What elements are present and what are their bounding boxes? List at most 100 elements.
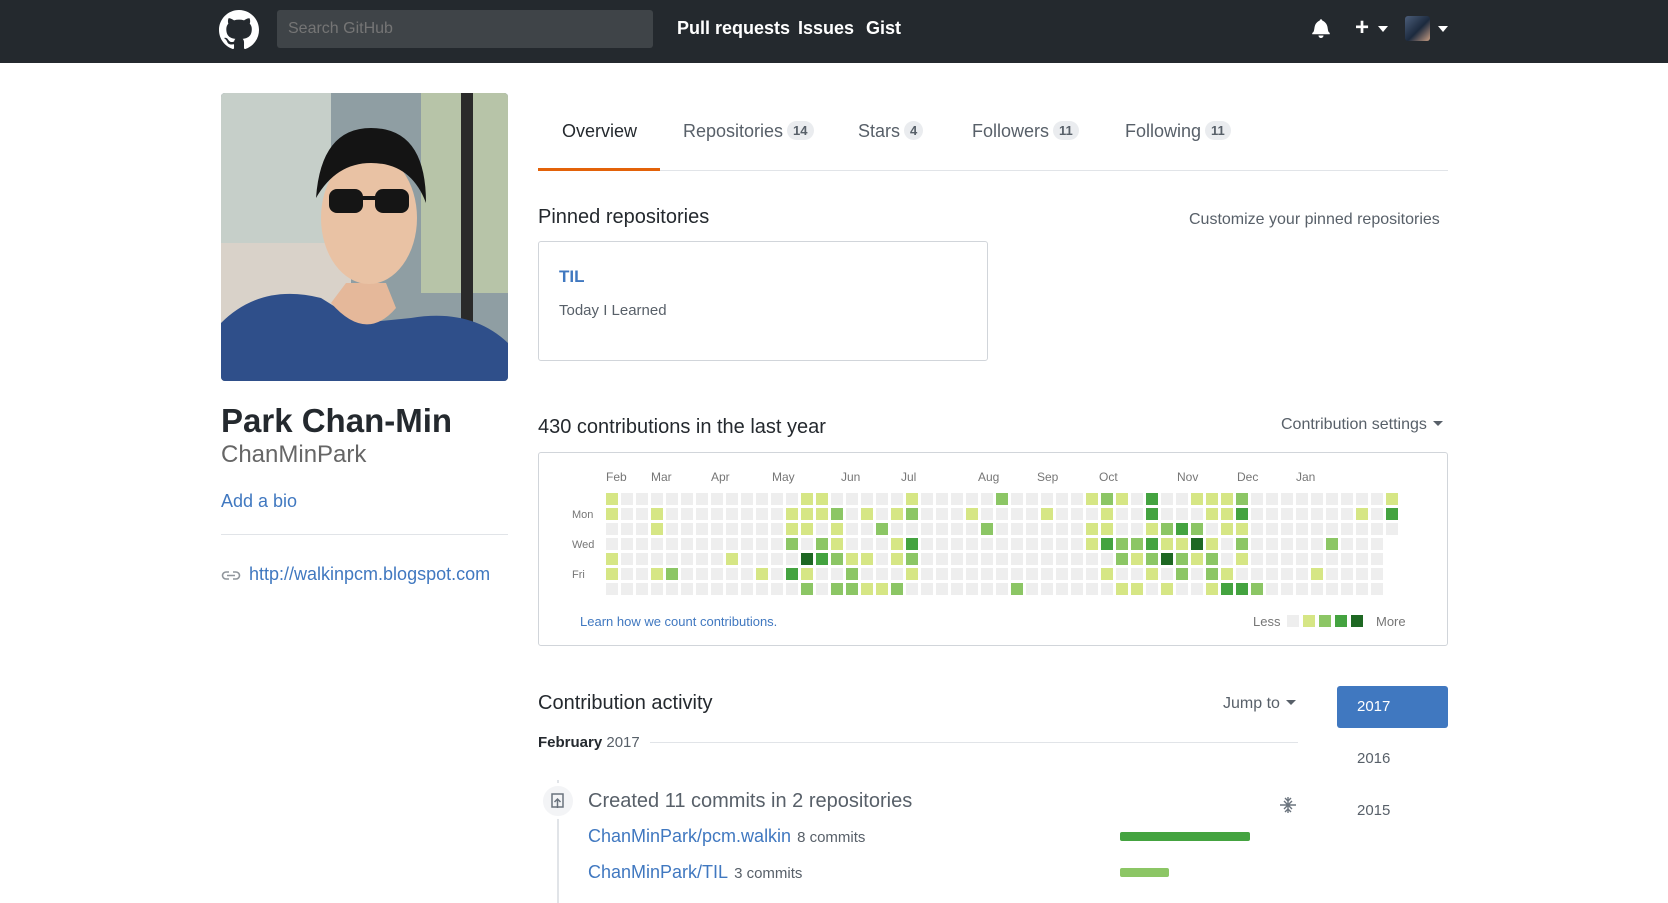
contribution-cell[interactable]	[846, 493, 858, 505]
contribution-cell[interactable]	[951, 508, 963, 520]
contribution-cell[interactable]	[1146, 523, 1158, 535]
contribution-cell[interactable]	[1011, 583, 1023, 595]
contribution-cell[interactable]	[606, 553, 618, 565]
contribution-cell[interactable]	[1206, 508, 1218, 520]
contribution-cell[interactable]	[1116, 583, 1128, 595]
contribution-cell[interactable]	[636, 583, 648, 595]
contribution-cell[interactable]	[771, 493, 783, 505]
contribution-cell[interactable]	[876, 523, 888, 535]
contribution-cell[interactable]	[621, 553, 633, 565]
contribution-cell[interactable]	[966, 553, 978, 565]
contribution-cell[interactable]	[831, 583, 843, 595]
contribution-cell[interactable]	[1056, 568, 1068, 580]
contribution-cell[interactable]	[1221, 508, 1233, 520]
contribution-cell[interactable]	[1206, 553, 1218, 565]
contribution-cell[interactable]	[636, 553, 648, 565]
contribution-cell[interactable]	[1101, 538, 1113, 550]
contribution-cell[interactable]	[1161, 538, 1173, 550]
contribution-cell[interactable]	[741, 523, 753, 535]
contribution-cell[interactable]	[921, 583, 933, 595]
contribution-cell[interactable]	[876, 493, 888, 505]
contribution-cell[interactable]	[1266, 493, 1278, 505]
contribution-cell[interactable]	[1056, 538, 1068, 550]
contribution-cell[interactable]	[696, 583, 708, 595]
pinned-repo-name[interactable]: TIL	[559, 267, 585, 287]
contribution-cell[interactable]	[1386, 493, 1398, 505]
contribution-cell[interactable]	[1356, 583, 1368, 595]
contribution-cell[interactable]	[756, 508, 768, 520]
contribution-cell[interactable]	[861, 508, 873, 520]
contribution-cell[interactable]	[1251, 538, 1263, 550]
contribution-cell[interactable]	[1341, 523, 1353, 535]
contribution-cell[interactable]	[816, 508, 828, 520]
contribution-cell[interactable]	[861, 583, 873, 595]
contribution-cell[interactable]	[651, 538, 663, 550]
contribution-cell[interactable]	[1071, 583, 1083, 595]
nav-pull-requests[interactable]: Pull requests	[677, 18, 790, 39]
contribution-cell[interactable]	[1131, 568, 1143, 580]
contribution-cell[interactable]	[1341, 493, 1353, 505]
contribution-cell[interactable]	[1161, 568, 1173, 580]
contribution-cell[interactable]	[756, 553, 768, 565]
contribution-cell[interactable]	[816, 538, 828, 550]
contribution-cell[interactable]	[951, 493, 963, 505]
contribution-cell[interactable]	[1266, 568, 1278, 580]
contribution-cell[interactable]	[891, 568, 903, 580]
contribution-cell[interactable]	[966, 568, 978, 580]
contribution-cell[interactable]	[906, 508, 918, 520]
contribution-cell[interactable]	[996, 523, 1008, 535]
contribution-cell[interactable]	[1191, 583, 1203, 595]
contribution-cell[interactable]	[1281, 523, 1293, 535]
contribution-cell[interactable]	[1026, 523, 1038, 535]
contribution-cell[interactable]	[816, 493, 828, 505]
contribution-cell[interactable]	[711, 553, 723, 565]
contribution-cell[interactable]	[921, 553, 933, 565]
contribution-cell[interactable]	[1131, 493, 1143, 505]
contribution-cell[interactable]	[1311, 508, 1323, 520]
contribution-cell[interactable]	[936, 508, 948, 520]
contribution-cell[interactable]	[1056, 508, 1068, 520]
notification-bell-icon[interactable]	[1312, 18, 1330, 38]
contribution-cell[interactable]	[1386, 523, 1398, 535]
contribution-cell[interactable]	[1176, 553, 1188, 565]
contribution-cell[interactable]	[906, 553, 918, 565]
contribution-cell[interactable]	[996, 553, 1008, 565]
contribution-cell[interactable]	[1056, 493, 1068, 505]
contribution-cell[interactable]	[981, 508, 993, 520]
contribution-cell[interactable]	[1356, 493, 1368, 505]
contribution-cell[interactable]	[771, 568, 783, 580]
contribution-cell[interactable]	[1236, 583, 1248, 595]
contribution-cell[interactable]	[1311, 568, 1323, 580]
contribution-cell[interactable]	[846, 508, 858, 520]
contribution-cell[interactable]	[1251, 493, 1263, 505]
contribution-cell[interactable]	[786, 553, 798, 565]
contribution-cell[interactable]	[1371, 553, 1383, 565]
contribution-cell[interactable]	[1251, 583, 1263, 595]
contribution-cell[interactable]	[1131, 553, 1143, 565]
contribution-cell[interactable]	[636, 508, 648, 520]
contribution-cell[interactable]	[1296, 583, 1308, 595]
contribution-cell[interactable]	[1251, 508, 1263, 520]
contribution-cell[interactable]	[1041, 538, 1053, 550]
contribution-cell[interactable]	[1356, 523, 1368, 535]
contribution-cell[interactable]	[711, 508, 723, 520]
contribution-cell[interactable]	[1251, 523, 1263, 535]
contribution-cell[interactable]	[801, 583, 813, 595]
contribution-cell[interactable]	[1041, 568, 1053, 580]
contribution-cell[interactable]	[831, 553, 843, 565]
contribution-cell[interactable]	[696, 523, 708, 535]
contribution-cell[interactable]	[1356, 568, 1368, 580]
contribution-cell[interactable]	[1056, 553, 1068, 565]
contribution-cell[interactable]	[1026, 508, 1038, 520]
contribution-cell[interactable]	[1101, 583, 1113, 595]
contribution-cell[interactable]	[666, 493, 678, 505]
contribution-cell[interactable]	[921, 493, 933, 505]
contribution-cell[interactable]	[666, 508, 678, 520]
contribution-cell[interactable]	[1116, 553, 1128, 565]
contribution-cell[interactable]	[891, 583, 903, 595]
contribution-cell[interactable]	[726, 508, 738, 520]
contribution-cell[interactable]	[846, 583, 858, 595]
nav-issues[interactable]: Issues	[798, 18, 854, 39]
contribution-cell[interactable]	[1176, 493, 1188, 505]
contribution-cell[interactable]	[891, 538, 903, 550]
